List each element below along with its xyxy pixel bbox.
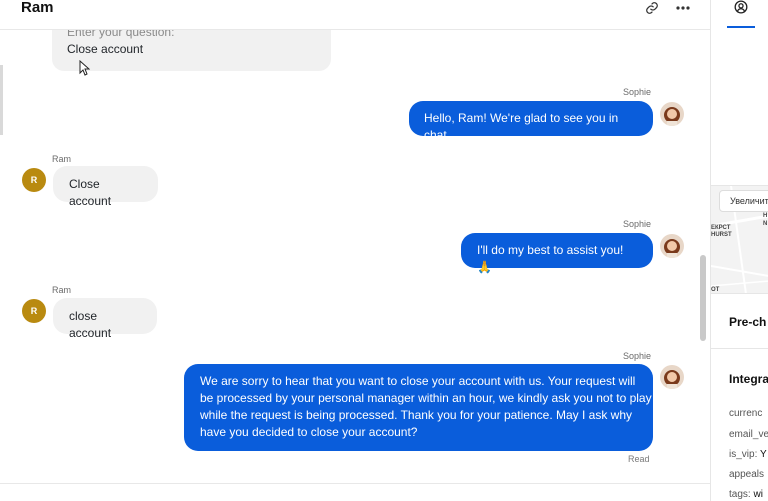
customer-avatar: R (22, 299, 46, 323)
field-is-vip: is_vip: Y (729, 449, 767, 460)
field-tags: tags: wi (729, 489, 763, 500)
agent-avatar (660, 365, 684, 389)
message-bubble-incoming: close account (53, 298, 157, 340)
prechat-question-text: Close account (67, 42, 144, 56)
divider (711, 348, 768, 349)
chat-header: Ram (0, 0, 710, 30)
agent-avatar (660, 102, 684, 126)
field-email-verified: email_ve (729, 429, 768, 440)
active-tab-indicator (727, 26, 755, 28)
location-map[interactable]: Увеличит H N ЕКРСТ HURST OT (711, 185, 768, 293)
message-text-line: have you decided to close your account? (200, 425, 418, 439)
message-text: close account (69, 309, 112, 340)
message-list[interactable]: Enter your question: Close account Sophi… (0, 30, 700, 483)
map-label: ЕКРСТ (711, 225, 731, 231)
read-status: Read (628, 454, 650, 464)
message-bubble-outgoing: We are sorry to hear that you want to cl… (184, 364, 653, 451)
customer-info-panel: Увеличит H N ЕКРСТ HURST OT Pre-ch Integ… (710, 0, 768, 501)
message-bubble-incoming: Close account (53, 166, 158, 208)
message-bubble-outgoing: Hello, Ram! We're glad to see you in cha… (409, 101, 653, 142)
chat-title: Ram (21, 0, 54, 16)
pre-chat-section-title[interactable]: Pre-ch (729, 315, 766, 329)
integrations-section-title[interactable]: Integra (729, 372, 768, 386)
sender-name: Ram (52, 154, 72, 164)
sender-name: Sophie (623, 87, 652, 97)
agent-avatar (660, 234, 684, 258)
map-label: H (763, 213, 768, 219)
map-label: HURST (711, 232, 732, 238)
divider (711, 293, 768, 294)
message-bubble-outgoing: I'll do my best to assist you! 🙏 (461, 233, 653, 274)
sender-name: Sophie (623, 351, 652, 361)
message-text: Hello, Ram! We're glad to see you in cha… (424, 111, 619, 142)
sender-name: Ram (52, 285, 72, 295)
mouse-cursor-icon (79, 60, 90, 76)
chat-scrollbar[interactable] (700, 255, 706, 341)
message-text: I'll do my best to assist you! 🙏 (477, 243, 624, 274)
prechat-question-label: Enter your question: (67, 30, 175, 39)
chat-app: Ram Enter your question: Close account S… (0, 0, 768, 501)
message-text-line: while the request is being processed. Th… (200, 408, 633, 422)
message-text-line: We are sorry to hear that you want to cl… (200, 374, 636, 388)
composer-divider (0, 483, 710, 484)
user-circle-icon (734, 0, 748, 14)
customer-avatar: R (22, 168, 46, 192)
sender-name: Sophie (623, 219, 652, 229)
message-text-line: be processed by your personal manager wi… (200, 391, 652, 405)
prechat-question-card: Enter your question: Close account (52, 30, 331, 71)
message-text: Close account (69, 177, 112, 208)
field-appeals: appeals (729, 469, 765, 480)
link-icon[interactable] (642, 0, 662, 16)
field-currency: currenc (729, 408, 763, 419)
map-label: N (763, 221, 768, 227)
more-options-icon[interactable] (673, 0, 693, 16)
map-zoom-button[interactable]: Увеличит (719, 190, 768, 212)
